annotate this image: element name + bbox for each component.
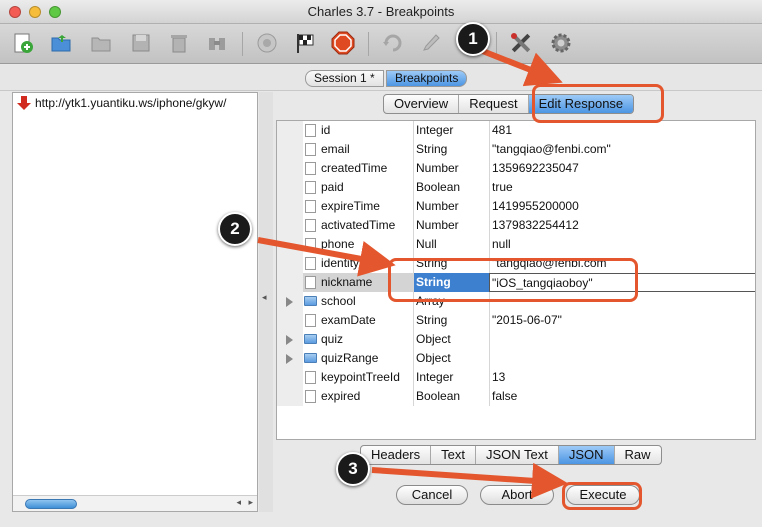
annotation-arrows	[257, 47, 568, 499]
step-badge-2: 2	[218, 212, 252, 246]
arrow-2	[257, 237, 396, 277]
step-badge-3: 3	[336, 452, 370, 486]
arrow-3	[371, 462, 568, 499]
highlight-execute	[562, 482, 642, 510]
step-badge-1: 1	[456, 22, 490, 56]
highlight-edit-response	[532, 84, 664, 123]
arrow-1	[478, 47, 563, 87]
highlight-nickname-row	[388, 258, 638, 302]
